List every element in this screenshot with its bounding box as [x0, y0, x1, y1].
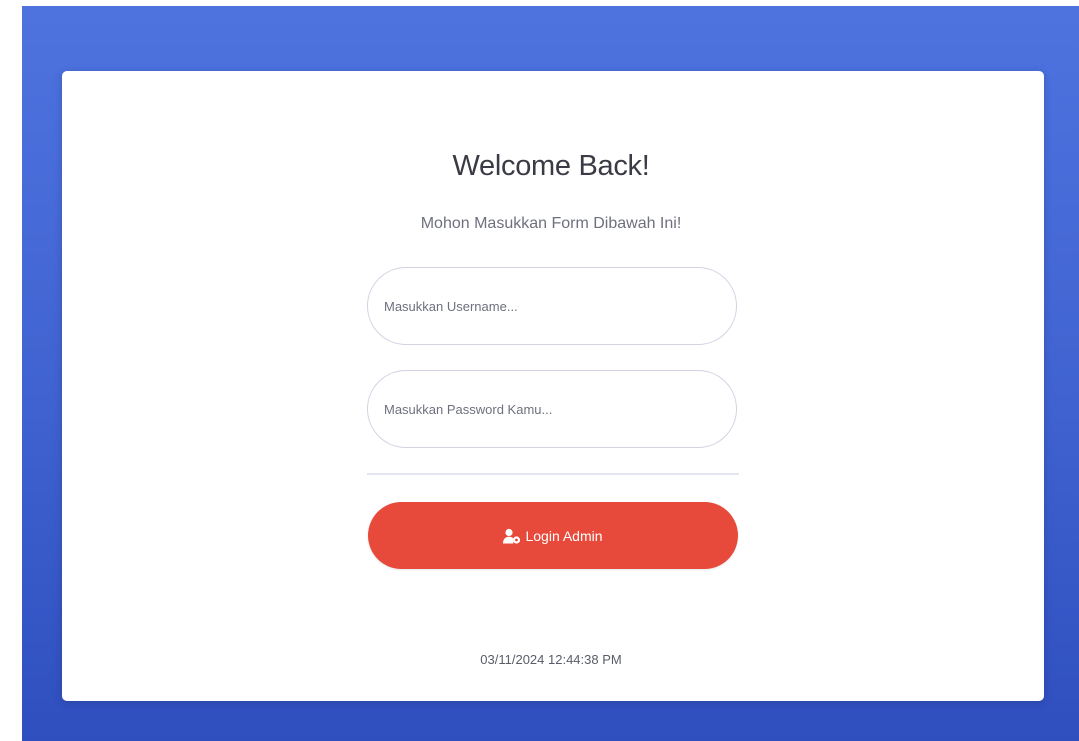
form-divider [367, 473, 739, 475]
username-input[interactable] [367, 267, 737, 345]
login-admin-button[interactable]: Login Admin [368, 502, 738, 569]
page-subtitle: Mohon Masukkan Form Dibawah Ini! [420, 215, 682, 232]
password-input[interactable] [367, 370, 737, 448]
user-cog-icon [503, 528, 521, 544]
timestamp: 03/11/2024 12:44:38 PM [480, 652, 622, 667]
login-admin-label: Login Admin [525, 527, 603, 544]
page-title: Welcome Back! [452, 150, 650, 182]
